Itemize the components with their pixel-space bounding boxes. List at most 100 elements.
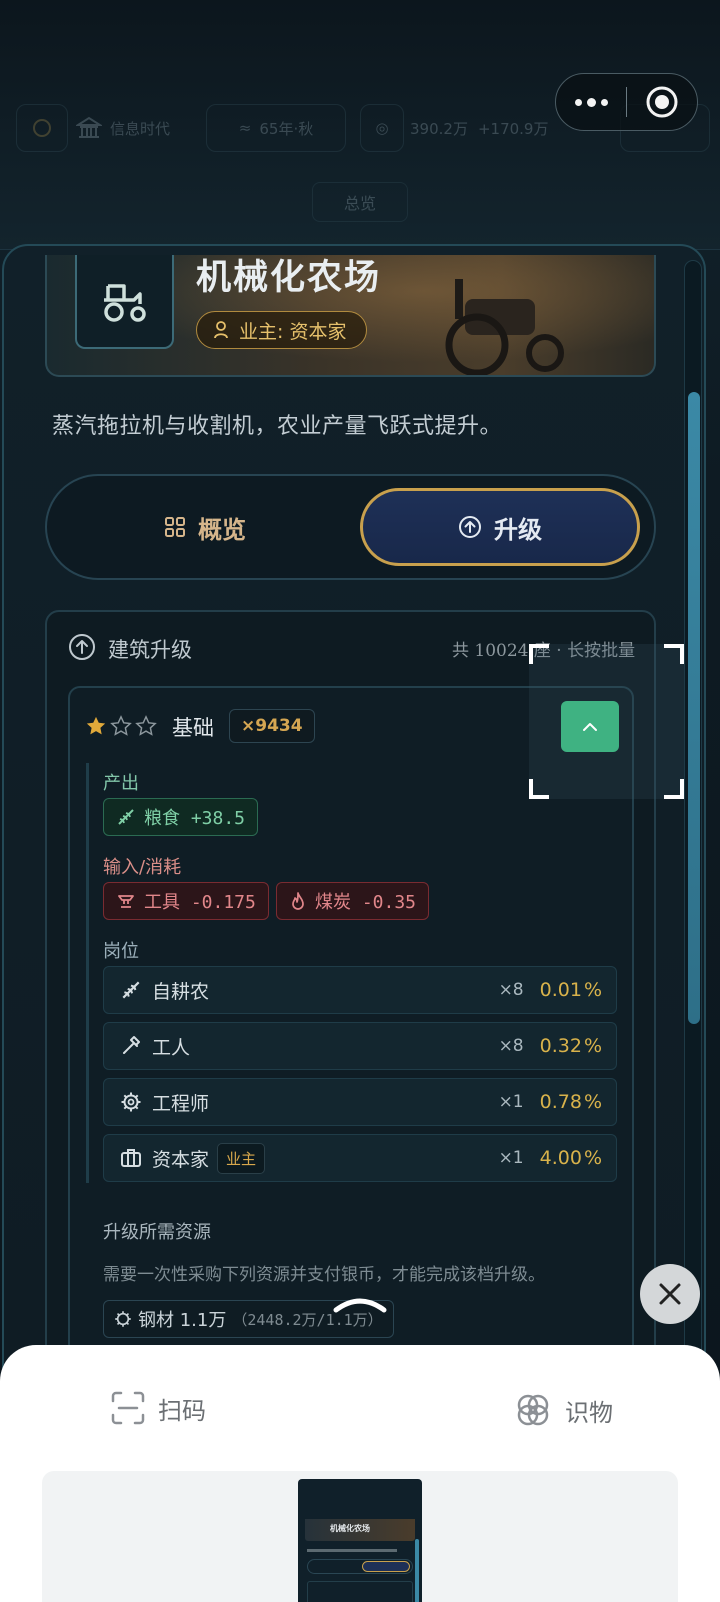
identify-object-label: 识物 [565, 1398, 613, 1427]
background-era-text: 信息时代 [110, 119, 171, 138]
more-dot-icon [574, 98, 582, 106]
background-money-rate: +170.9万 [477, 119, 549, 138]
briefcase-icon [120, 1146, 144, 1170]
tier-count-badge: ×9434 [229, 709, 315, 743]
job-owner-tag: 业主 [217, 1142, 266, 1174]
wheat-icon [120, 978, 144, 1002]
output-tag-text: 粮食 +38.5 [144, 808, 246, 829]
close-miniprogram-button[interactable] [627, 85, 697, 119]
tier-collapse-button[interactable] [561, 701, 619, 752]
input-tag-coal: 煤炭 -0.35 [276, 882, 430, 920]
job-count: ×1 [498, 1148, 524, 1168]
output-label: 产出 [103, 773, 139, 794]
output-tag-food: 粮食 +38.5 [103, 798, 259, 836]
background-tab-label: 总览 [343, 194, 376, 213]
resource-name: 钢材 1.1万 [138, 1310, 227, 1331]
bank-icon [76, 116, 102, 138]
steam-tractor-illustration [445, 279, 564, 375]
arrow-up-circle-icon [69, 634, 95, 660]
scan-code-button[interactable]: 扫码 [110, 1390, 206, 1426]
frame-corner [529, 779, 549, 799]
identify-object-button[interactable]: 识物 [513, 1390, 613, 1430]
coin-icon: % [583, 1035, 602, 1057]
job-wage: 0.78% [540, 1091, 602, 1113]
tier-detail-guide-line [86, 763, 89, 1183]
detail-tabs: 概览 升级 [45, 474, 656, 580]
chevron-up-icon [583, 722, 597, 731]
tier-stars [85, 715, 157, 737]
thumbnail-scrollbar [415, 1539, 419, 1602]
requirements-title: 升级所需资源 [103, 1222, 211, 1243]
thumbnail-section [307, 1581, 413, 1602]
section-title: 建筑升级 [108, 638, 192, 662]
job-wage: 4.00% [540, 1147, 602, 1169]
coin-icon: % [583, 1091, 602, 1113]
star-outline-icon [135, 715, 157, 736]
grid-icon [165, 517, 185, 537]
tab-upgrade[interactable]: 升级 [360, 488, 640, 566]
coin-icon: ◎ [375, 119, 389, 137]
background-money-text: 390.2万 [410, 119, 468, 138]
screenshot-thumbnail[interactable]: 机械化农场 [298, 1479, 422, 1602]
gear-icon [115, 1311, 131, 1327]
job-row-worker: 工人 ×8 0.32% [103, 1022, 617, 1070]
thumbnail-active-tab [362, 1561, 410, 1572]
job-wage: 0.32% [540, 1035, 602, 1057]
tab-upgrade-label: 升级 [494, 515, 542, 544]
close-button[interactable] [640, 1264, 700, 1324]
anvil-icon [118, 895, 134, 908]
owner-badge-label: 业主: 资本家 [239, 320, 347, 343]
gear-icon [120, 1090, 144, 1114]
building-description: 蒸汽拖拉机与收割机，农业产量飞跃式提升。 [52, 414, 503, 439]
wheat-icon [118, 809, 134, 825]
job-name: 资本家 [152, 1148, 210, 1171]
star-outline-icon [110, 715, 132, 736]
job-row-capitalist: 资本家 业主 ×1 4.00% [103, 1134, 617, 1182]
hammer-icon [120, 1034, 144, 1058]
job-wage: 0.01% [540, 979, 602, 1001]
scan-icon [111, 1391, 145, 1425]
more-dot-icon [600, 98, 608, 106]
job-name: 工程师 [152, 1092, 210, 1115]
job-wage-value: 4.00 [539, 1147, 582, 1169]
job-count: ×8 [498, 980, 524, 1000]
job-count: ×8 [498, 1036, 524, 1056]
background-era-chip: 信息时代 [76, 104, 204, 152]
wind-icon: ≈ [238, 119, 252, 137]
background-date-text: 65年·秋 [259, 119, 314, 138]
panel-scrollbar-thumb[interactable] [688, 392, 700, 1024]
job-wage-value: 0.01 [539, 979, 582, 1001]
building-title: 机械化农场 [196, 258, 382, 298]
tab-overview[interactable]: 概览 [65, 488, 345, 566]
tractor-icon [103, 284, 146, 322]
job-count: ×1 [498, 1092, 524, 1112]
miniprogram-capsule [555, 73, 698, 131]
background-era-icon-chip [16, 104, 68, 152]
star-filled-icon [86, 716, 106, 735]
coin-icon: % [583, 1147, 602, 1169]
more-menu-button[interactable] [556, 74, 626, 130]
arrow-up-circle-icon [459, 516, 481, 538]
background-coin-icon-chip: ◎ [360, 104, 404, 152]
identify-icon [517, 1394, 549, 1426]
jobs-label: 岗位 [103, 941, 139, 962]
owner-badge: 业主: 资本家 [196, 311, 368, 349]
requirements-description: 需要一次性采购下列资源并支付银币，才能完成该档升级。 [103, 1265, 545, 1285]
input-label: 输入/消耗 [103, 857, 182, 878]
input-tag-tools: 工具 -0.175 [103, 882, 269, 920]
frame-corner [664, 779, 684, 799]
chevron-up-icon [333, 1298, 387, 1313]
background-tab-overview: 总览 [312, 182, 408, 222]
input-tag-tools-text: 工具 -0.175 [144, 892, 256, 913]
section-header-icon [68, 633, 96, 665]
job-wage-value: 0.78 [539, 1091, 582, 1113]
tab-overview-label: 概览 [198, 515, 246, 544]
tier-name: 基础 [172, 716, 214, 740]
job-name: 工人 [152, 1036, 191, 1059]
scan-code-label: 扫码 [158, 1396, 206, 1425]
sheet-expand-chevron[interactable] [332, 1294, 388, 1318]
more-dot-icon [586, 97, 596, 107]
job-row-farmer: 自耕农 ×8 0.01% [103, 966, 617, 1014]
target-icon [646, 86, 678, 118]
thumbnail-title: 机械化农场 [330, 1524, 370, 1533]
